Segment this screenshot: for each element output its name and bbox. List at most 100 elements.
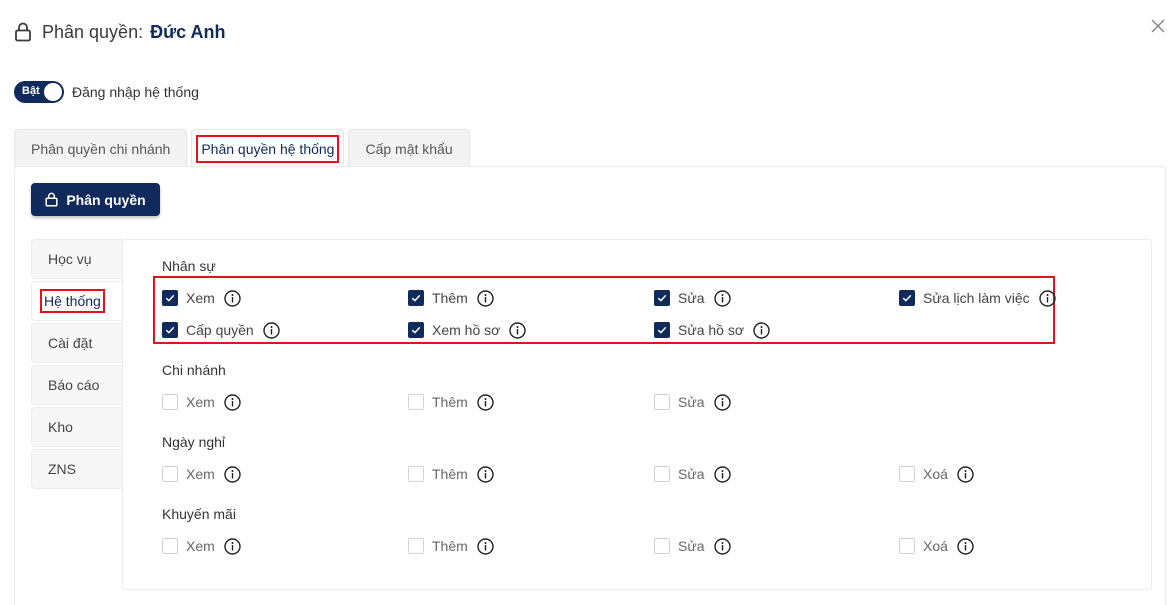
info-icon[interactable] — [957, 537, 974, 555]
info-icon[interactable] — [224, 393, 241, 411]
side-item-warehouse[interactable]: Kho — [31, 407, 123, 447]
info-icon[interactable] — [1038, 289, 1056, 307]
permission-staff-5[interactable]: Xem hồ sơ — [408, 320, 527, 340]
permission-label: Sửa — [678, 290, 705, 306]
permission-branch-2[interactable]: Sửa — [654, 392, 731, 412]
tab-label: Phân quyền chi nhánh — [31, 140, 171, 157]
permission-label: Xem — [186, 394, 215, 410]
assign-permission-label: Phân quyền — [66, 191, 146, 208]
permission-promotion-3[interactable]: Xoá — [899, 536, 974, 556]
checkbox[interactable] — [408, 290, 424, 306]
info-icon[interactable] — [753, 321, 770, 339]
side-item-label: Hệ thống — [40, 289, 105, 313]
permission-branch-0[interactable]: Xem — [162, 392, 241, 412]
tab-label: Cấp mật khẩu — [365, 140, 453, 157]
dialog-title-user-name: Đức Anh — [150, 21, 226, 42]
side-item-label: ZNS — [48, 461, 76, 477]
tab-password[interactable]: Cấp mật khẩu — [348, 129, 470, 167]
lock-icon — [15, 22, 31, 42]
side-item-settings[interactable]: Cài đặt — [31, 323, 123, 363]
dialog-header: Phân quyền: Đức Anh — [14, 18, 225, 46]
permission-promotion-1[interactable]: Thêm — [408, 536, 494, 556]
checkbox[interactable] — [408, 538, 424, 554]
toggle-state-label: Bật — [22, 85, 40, 97]
side-item-academic[interactable]: Học vụ — [31, 239, 123, 279]
checkbox[interactable] — [654, 322, 670, 338]
permission-label: Thêm — [432, 466, 468, 482]
permission-label: Sửa — [678, 394, 705, 410]
permission-label: Xem — [186, 466, 215, 482]
toggle-knob — [44, 83, 62, 101]
checkbox[interactable] — [899, 538, 915, 554]
permission-staff-2[interactable]: Sửa — [654, 288, 731, 308]
module-side-nav: Học vụ Hệ thống Cài đặt Báo cáo Kho ZNS — [31, 239, 123, 491]
dialog-title-prefix: Phân quyền: — [42, 21, 144, 42]
checkbox[interactable] — [162, 538, 178, 554]
side-item-label: Học vụ — [48, 251, 92, 267]
checkbox[interactable] — [654, 394, 670, 410]
permission-promotion-0[interactable]: Xem — [162, 536, 241, 556]
login-toggle-switch[interactable]: Bật — [14, 81, 64, 103]
info-icon[interactable] — [477, 289, 494, 307]
checkbox[interactable] — [408, 322, 424, 338]
permission-staff-3[interactable]: Sửa lịch làm việc — [899, 288, 1056, 308]
info-icon[interactable] — [224, 537, 241, 555]
permission-leave-3[interactable]: Xoá — [899, 464, 974, 484]
assign-permission-button[interactable]: Phân quyền — [31, 183, 160, 216]
checkbox[interactable] — [654, 538, 670, 554]
permission-label: Xoá — [923, 538, 948, 554]
info-icon[interactable] — [477, 537, 494, 555]
permission-staff-6[interactable]: Sửa hồ sơ — [654, 320, 770, 340]
permission-leave-0[interactable]: Xem — [162, 464, 241, 484]
permission-branch-1[interactable]: Thêm — [408, 392, 494, 412]
side-item-zns[interactable]: ZNS — [31, 449, 123, 489]
login-toggle-label: Đăng nhập hệ thống — [72, 84, 199, 100]
checkbox[interactable] — [162, 290, 178, 306]
group-title-promotion: Khuyến mãi — [162, 506, 236, 522]
info-icon[interactable] — [957, 465, 974, 483]
permission-label: Xem — [186, 290, 215, 306]
side-item-system[interactable]: Hệ thống — [31, 281, 123, 321]
info-icon[interactable] — [224, 289, 241, 307]
side-item-reports[interactable]: Báo cáo — [31, 365, 123, 405]
info-icon[interactable] — [477, 465, 494, 483]
info-icon[interactable] — [713, 393, 731, 411]
checkbox[interactable] — [162, 466, 178, 482]
close-icon[interactable] — [1147, 15, 1169, 37]
permission-tabs: Phân quyền chi nhánh Phân quyền hệ thống… — [14, 129, 474, 167]
highlight-box — [153, 276, 1055, 344]
permission-label: Xoá — [923, 466, 948, 482]
checkbox[interactable] — [654, 466, 670, 482]
group-title-staff: Nhân sự — [162, 258, 216, 274]
permission-label: Thêm — [432, 538, 468, 554]
permission-label: Sửa hồ sơ — [678, 322, 745, 338]
login-toggle-row: Bật Đăng nhập hệ thống — [14, 81, 199, 103]
checkbox[interactable] — [899, 290, 915, 306]
checkbox[interactable] — [408, 466, 424, 482]
info-icon[interactable] — [224, 465, 241, 483]
permission-leave-1[interactable]: Thêm — [408, 464, 494, 484]
permission-staff-1[interactable]: Thêm — [408, 288, 494, 308]
checkbox[interactable] — [899, 466, 915, 482]
permission-staff-0[interactable]: Xem — [162, 288, 241, 308]
checkbox[interactable] — [654, 290, 670, 306]
info-icon[interactable] — [713, 537, 731, 555]
permission-content: Nhân sự Xem Thêm Sửa Sửa lịch làm việc Cấp qu… — [122, 239, 1152, 590]
side-item-label: Kho — [48, 419, 73, 435]
checkbox[interactable] — [162, 394, 178, 410]
info-icon[interactable] — [477, 393, 494, 411]
checkbox[interactable] — [162, 322, 178, 338]
checkbox[interactable] — [408, 394, 424, 410]
permission-staff-4[interactable]: Cấp quyền — [162, 320, 280, 340]
permission-promotion-2[interactable]: Sửa — [654, 536, 731, 556]
permission-label: Sửa lịch làm việc — [923, 290, 1030, 306]
lock-icon — [45, 192, 58, 207]
tab-system-permissions[interactable]: Phân quyền hệ thống — [191, 129, 345, 167]
side-item-label: Báo cáo — [48, 377, 100, 393]
permission-leave-2[interactable]: Sửa — [654, 464, 731, 484]
info-icon[interactable] — [713, 465, 731, 483]
info-icon[interactable] — [263, 321, 280, 339]
tab-branch-permissions[interactable]: Phân quyền chi nhánh — [14, 129, 188, 167]
info-icon[interactable] — [713, 289, 731, 307]
info-icon[interactable] — [509, 321, 527, 339]
